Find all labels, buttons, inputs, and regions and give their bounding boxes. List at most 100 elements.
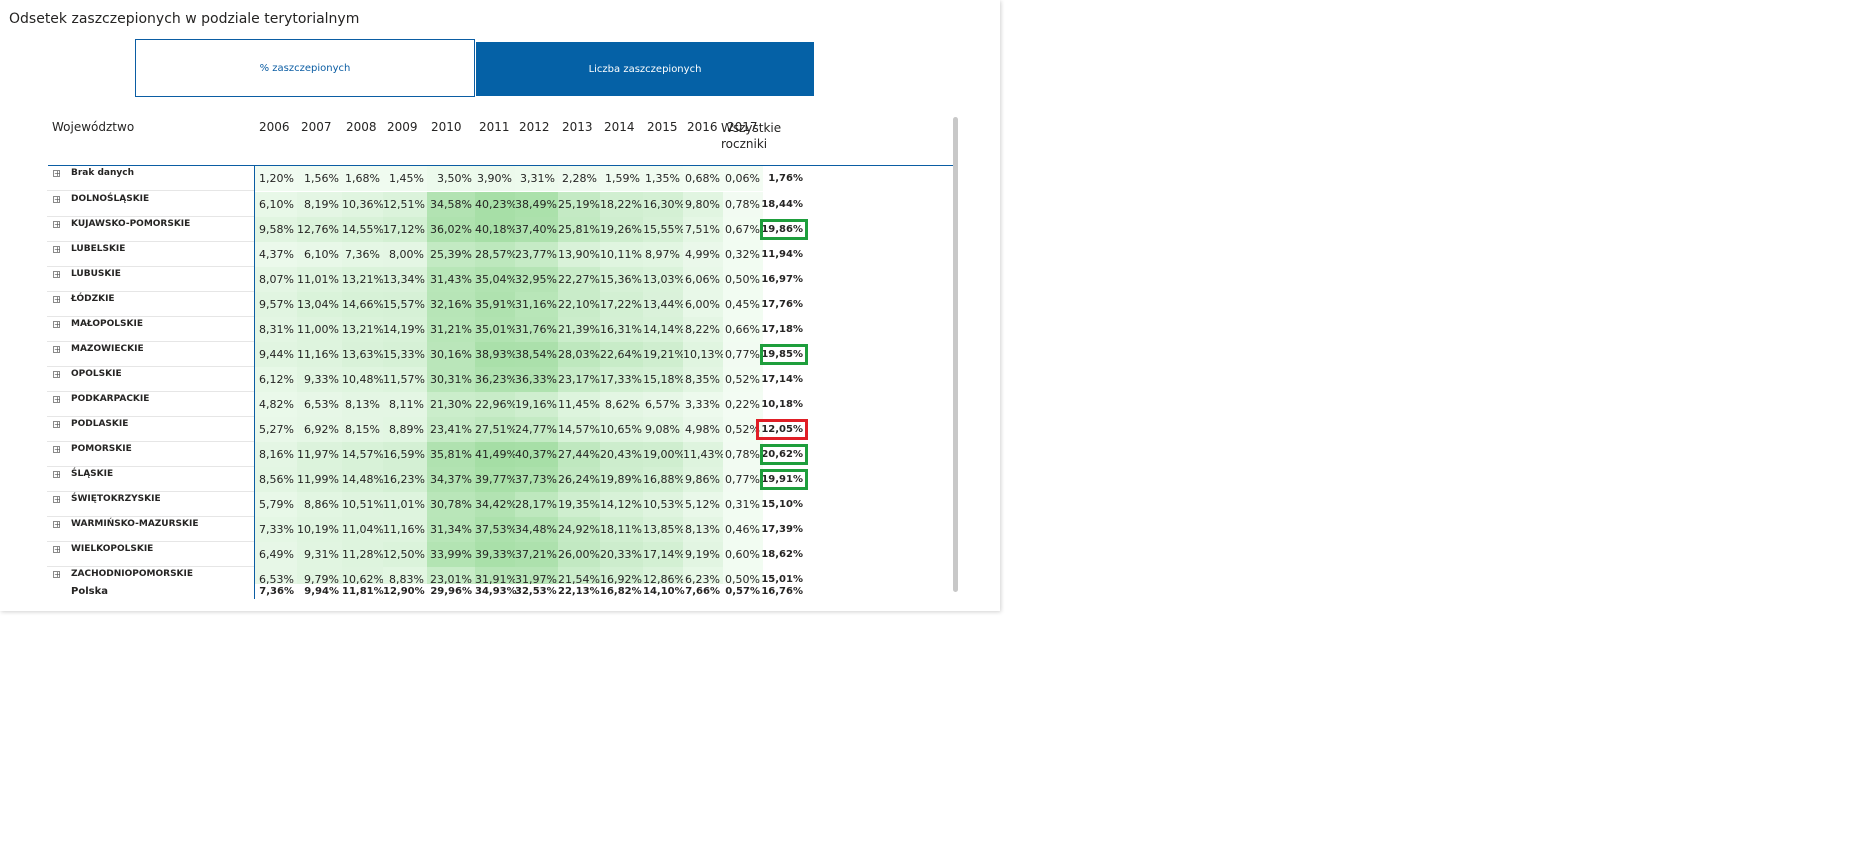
- column-header-year[interactable]: 2008: [346, 120, 377, 134]
- table-row[interactable]: + PODLASKIE 5,27% 6,92% 8,15% 8,89% 23,41% 27,5…: [47, 417, 953, 442]
- expand-icon[interactable]: +: [53, 396, 61, 404]
- table-cell: 10,48%: [342, 367, 384, 392]
- table-cell: 13,63%: [342, 342, 384, 367]
- table-cell: 31,34%: [427, 517, 475, 542]
- row-total-cell: 18,62%: [761, 549, 803, 560]
- expand-icon[interactable]: +: [53, 346, 61, 354]
- table-cell: 13,90%: [558, 242, 600, 267]
- table-row[interactable]: + Brak danych 1,20% 1,56% 1,68% 1,45% 3,50% 3,9…: [47, 166, 953, 191]
- table-cell: 28,17%: [515, 492, 558, 517]
- expand-icon[interactable]: +: [53, 170, 61, 178]
- expand-icon[interactable]: +: [53, 496, 61, 504]
- table-cell: 9,80%: [683, 192, 723, 217]
- table-cell: 6,12%: [255, 367, 297, 392]
- table-cell: 34,48%: [515, 517, 558, 542]
- table-cell: 8,15%: [342, 417, 383, 442]
- table-row[interactable]: + WARMIŃSKO-MAZURSKIE 7,33% 10,19% 11,04% 11,…: [47, 517, 953, 542]
- table-cell: 11,43%: [683, 442, 725, 467]
- table-cell: 26,00%: [558, 542, 600, 567]
- tab-count-vaccinated[interactable]: Liczba zaszczepionych: [476, 42, 814, 96]
- table-row[interactable]: + ŁÓDZKIE 9,57% 13,04% 14,66% 15,57% 32,16% 35,…: [47, 292, 953, 317]
- table-cell: 11,01%: [383, 492, 427, 517]
- expand-icon[interactable]: +: [53, 571, 61, 579]
- table-cell: 6,92%: [297, 417, 342, 442]
- table-row[interactable]: + MAZOWIECKIE 9,44% 11,16% 13,63% 15,33% 30,16…: [47, 342, 953, 367]
- table-row[interactable]: + OPOLSKIE 6,12% 9,33% 10,48% 11,57% 30,31% 36,…: [47, 367, 953, 392]
- expand-icon[interactable]: +: [53, 296, 61, 304]
- table-row[interactable]: + PODKARPACKIE 4,82% 6,53% 8,13% 8,11% 21,30% 2…: [47, 392, 953, 417]
- total-header-line-1: Wszystkie: [721, 121, 782, 135]
- expand-icon[interactable]: +: [53, 471, 61, 479]
- table-cell: 11,16%: [297, 342, 342, 367]
- column-header-year[interactable]: 2012: [519, 120, 550, 134]
- table-cell: 36,23%: [475, 367, 517, 392]
- column-header-year[interactable]: 2007: [301, 120, 332, 134]
- table-cell: 32,16%: [427, 292, 475, 317]
- column-header-year[interactable]: 2015: [647, 120, 678, 134]
- table-cell: 25,39%: [427, 242, 475, 267]
- row-label-region: PODKARPACKIE: [71, 394, 150, 404]
- table-cell: 3,50%: [427, 166, 475, 191]
- table-cell: 8,97%: [643, 242, 683, 267]
- table-cell: 8,89%: [383, 417, 427, 442]
- table-cell: 20,43%: [600, 442, 643, 467]
- vertical-scrollbar[interactable]: [953, 117, 958, 592]
- footer-cell: 11,81%: [342, 586, 384, 597]
- table-cell: 3,90%: [475, 166, 515, 191]
- row-header-divider: [254, 165, 255, 599]
- tab-percent-vaccinated[interactable]: % zaszczepionych: [135, 39, 475, 97]
- table-row[interactable]: + ŚLĄSKIE 8,56% 11,99% 14,48% 16,23% 34,37% 39,…: [47, 467, 953, 492]
- table-cell: 1,68%: [342, 166, 383, 191]
- expand-icon[interactable]: +: [53, 271, 61, 279]
- table-row[interactable]: + LUBUSKIE 8,07% 11,01% 13,21% 13,34% 31,43% 35…: [47, 267, 953, 292]
- table-cell: 24,92%: [558, 517, 600, 542]
- table-cell: 11,45%: [558, 392, 600, 417]
- table-row[interactable]: + MAŁOPOLSKIE 8,31% 11,00% 13,21% 14,19% 31,21…: [47, 317, 953, 342]
- expand-icon[interactable]: +: [53, 546, 61, 554]
- table-cell: 36,02%: [427, 217, 475, 242]
- column-header-year[interactable]: 2010: [431, 120, 462, 134]
- column-header-year[interactable]: 2014: [604, 120, 635, 134]
- column-header-year[interactable]: 2009: [387, 120, 418, 134]
- column-header-year[interactable]: 2016: [687, 120, 718, 134]
- table-cell: 15,55%: [643, 217, 685, 242]
- table-cell: 31,16%: [515, 292, 558, 317]
- table-cell: 30,31%: [427, 367, 475, 392]
- column-header-year[interactable]: 2011: [479, 120, 510, 134]
- table-cell: 11,01%: [297, 267, 342, 292]
- expand-icon[interactable]: +: [53, 196, 61, 204]
- column-header-total[interactable]: Wszystkie roczniki: [721, 120, 781, 152]
- expand-icon[interactable]: +: [53, 321, 61, 329]
- table-cell: 30,16%: [427, 342, 475, 367]
- column-header-region[interactable]: Województwo: [52, 120, 134, 134]
- table-row[interactable]: + LUBELSKIE 4,37% 6,10% 7,36% 8,00% 25,39% 28,5…: [47, 242, 953, 267]
- expand-icon[interactable]: +: [53, 521, 61, 529]
- expand-icon[interactable]: +: [53, 246, 61, 254]
- table-row[interactable]: + WIELKOPOLSKIE 6,49% 9,31% 11,28% 12,50% 33,9…: [47, 542, 953, 567]
- table-cell: 8,00%: [383, 242, 427, 267]
- highlight-red-box: [756, 419, 808, 440]
- expand-icon[interactable]: +: [53, 446, 61, 454]
- expand-icon[interactable]: +: [53, 371, 61, 379]
- table-row[interactable]: + ŚWIĘTOKRZYSKIE 5,79% 8,86% 10,51% 11,01% 30,…: [47, 492, 953, 517]
- table-cell: 5,27%: [255, 417, 297, 442]
- table-cell: 21,30%: [427, 392, 475, 417]
- expand-icon[interactable]: +: [53, 221, 61, 229]
- table-cell: 15,18%: [643, 367, 685, 392]
- expand-icon[interactable]: +: [53, 421, 61, 429]
- column-header-year[interactable]: 2006: [259, 120, 290, 134]
- table-cell: 39,77%: [475, 467, 517, 492]
- table-cell: 14,48%: [342, 467, 384, 492]
- page-title: Odsetek zaszczepionych w podziale teryto…: [9, 11, 360, 27]
- table-row[interactable]: + KUJAWSKO-POMORSKIE 9,58% 12,76% 14,55% 17,1…: [47, 217, 953, 242]
- table-cell: 1,59%: [600, 166, 643, 191]
- column-header-year[interactable]: 2013: [562, 120, 593, 134]
- table-row[interactable]: + DOLNOŚLĄSKIE 6,10% 8,19% 10,36% 12,51% 34,58…: [47, 192, 953, 217]
- table-cell: 9,33%: [297, 367, 342, 392]
- table-row[interactable]: + POMORSKIE 8,16% 11,97% 14,57% 16,59% 35,81% 4…: [47, 442, 953, 467]
- table-cell: 6,00%: [683, 292, 723, 317]
- table-cell: 15,36%: [600, 267, 643, 292]
- table-cell: 22,10%: [558, 292, 600, 317]
- table-cell: 3,33%: [683, 392, 723, 417]
- row-label-region: ŚWIĘTOKRZYSKIE: [71, 494, 161, 504]
